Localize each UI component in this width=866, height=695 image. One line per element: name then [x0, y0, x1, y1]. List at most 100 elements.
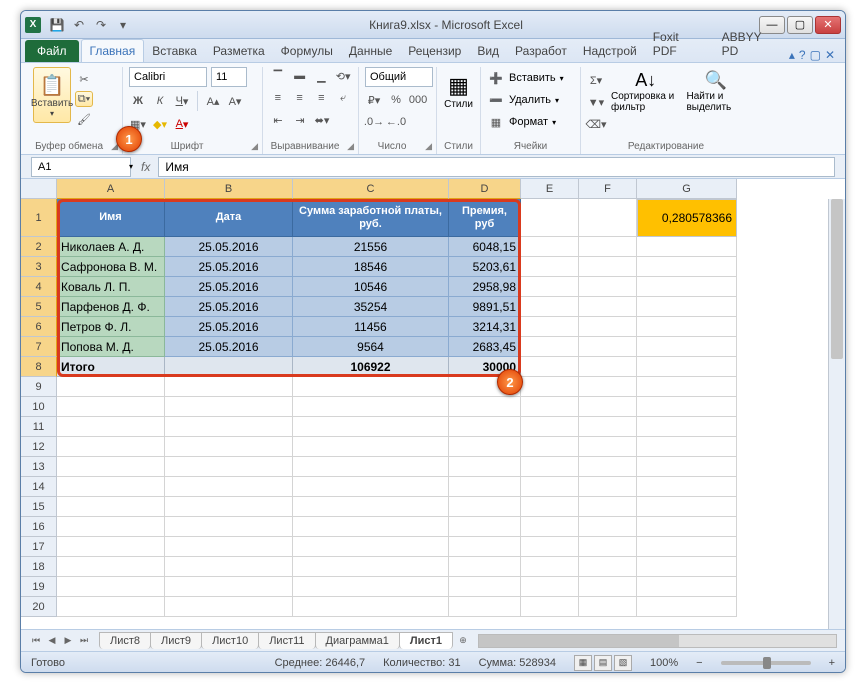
header-cell[interactable]: Дата [165, 199, 293, 237]
cell-total-label[interactable]: Итого [57, 357, 165, 377]
zoom-out-button[interactable]: − [696, 657, 702, 669]
cell-bonus[interactable]: 3214,31 [449, 317, 521, 337]
cell[interactable] [165, 477, 293, 497]
cell[interactable] [521, 597, 579, 617]
sheet-tab[interactable]: Лист10 [201, 632, 259, 649]
prev-sheet-button[interactable]: ◀ [45, 634, 59, 648]
cell[interactable] [579, 457, 637, 477]
cell-name[interactable]: Петров Ф. Л. [57, 317, 165, 337]
cell-bonus[interactable]: 2683,45 [449, 337, 521, 357]
row-header[interactable]: 17 [21, 537, 57, 557]
delete-cells-button[interactable]: ➖ [487, 91, 505, 109]
align-middle-button[interactable]: ▬ [291, 67, 309, 85]
sheet-tab[interactable]: Лист1 [399, 632, 453, 649]
worksheet-grid[interactable]: A B C D E F G 1ИмяДатаСумма заработной п… [21, 179, 845, 629]
col-header-E[interactable]: E [521, 179, 579, 199]
cell[interactable] [637, 537, 737, 557]
font-name-selector[interactable]: Calibri [129, 67, 207, 87]
cell[interactable] [521, 577, 579, 597]
decrease-indent-button[interactable]: ⇤ [269, 111, 287, 129]
paste-dropdown-icon[interactable]: ▾ [50, 109, 54, 118]
cell[interactable] [165, 397, 293, 417]
decrease-decimal-button[interactable]: ←.0 [387, 113, 405, 131]
cell[interactable] [637, 337, 737, 357]
row-header[interactable]: 18 [21, 557, 57, 577]
cell[interactable] [449, 557, 521, 577]
name-box[interactable]: A1 [31, 157, 131, 177]
cell-date[interactable]: 25.05.2016 [165, 237, 293, 257]
cell-salary[interactable]: 21556 [293, 237, 449, 257]
cell[interactable] [57, 497, 165, 517]
save-button[interactable]: 💾 [47, 15, 67, 35]
redo-button[interactable]: ↷ [91, 15, 111, 35]
cell[interactable] [57, 437, 165, 457]
cell[interactable] [637, 477, 737, 497]
alignment-dialog-launcher[interactable]: ◢ [347, 141, 354, 152]
cell[interactable] [165, 517, 293, 537]
cell[interactable] [637, 317, 737, 337]
tab-review[interactable]: Рецензир [400, 40, 469, 62]
currency-button[interactable]: ₽▾ [365, 91, 383, 109]
align-right-button[interactable]: ≡ [313, 89, 331, 107]
cell[interactable] [521, 437, 579, 457]
cell[interactable] [637, 257, 737, 277]
col-header-G[interactable]: G [637, 179, 737, 199]
cell[interactable] [521, 557, 579, 577]
cell[interactable] [579, 237, 637, 257]
zoom-slider[interactable] [721, 661, 811, 665]
maximize-button[interactable]: ▢ [787, 16, 813, 34]
row-header[interactable]: 14 [21, 477, 57, 497]
cell-date[interactable]: 25.05.2016 [165, 317, 293, 337]
cell[interactable] [165, 597, 293, 617]
cell[interactable] [579, 297, 637, 317]
percent-button[interactable]: % [387, 91, 405, 109]
increase-font-button[interactable]: A▴ [204, 92, 222, 110]
cell[interactable] [579, 597, 637, 617]
close-button[interactable]: ✕ [815, 16, 841, 34]
number-dialog-launcher[interactable]: ◢ [425, 141, 432, 152]
vertical-scrollbar[interactable] [828, 199, 845, 629]
cell[interactable] [637, 277, 737, 297]
merge-button[interactable]: ⬌▾ [313, 111, 331, 129]
bold-button[interactable]: Ж [129, 92, 147, 110]
cell[interactable] [579, 477, 637, 497]
cell[interactable] [521, 377, 579, 397]
row-header[interactable]: 8 [21, 357, 57, 377]
cell[interactable] [293, 557, 449, 577]
row-header[interactable]: 19 [21, 577, 57, 597]
cell-date[interactable]: 25.05.2016 [165, 257, 293, 277]
tab-home[interactable]: Главная [81, 39, 145, 62]
cell[interactable] [293, 577, 449, 597]
align-left-button[interactable]: ≡ [269, 89, 287, 107]
undo-button[interactable]: ↶ [69, 15, 89, 35]
col-header-F[interactable]: F [579, 179, 637, 199]
cell[interactable] [521, 237, 579, 257]
cell[interactable] [521, 277, 579, 297]
zoom-thumb[interactable] [763, 657, 771, 669]
sort-filter-button[interactable]: Сортировка и фильтр [611, 91, 680, 113]
formula-bar[interactable]: Имя [158, 157, 835, 177]
row-header[interactable]: 5 [21, 297, 57, 317]
wrap-text-button[interactable]: ⤶ [334, 89, 352, 107]
row-header[interactable]: 4 [21, 277, 57, 297]
cell[interactable] [579, 337, 637, 357]
cell[interactable] [57, 557, 165, 577]
cell[interactable] [579, 277, 637, 297]
align-top-button[interactable]: ▔ [269, 67, 287, 85]
cell[interactable] [637, 237, 737, 257]
first-sheet-button[interactable]: ⏮ [29, 634, 43, 648]
cell[interactable] [449, 457, 521, 477]
cell-salary[interactable]: 11456 [293, 317, 449, 337]
cell-date[interactable]: 25.05.2016 [165, 337, 293, 357]
cell[interactable] [165, 457, 293, 477]
cell[interactable] [449, 537, 521, 557]
cell[interactable] [579, 577, 637, 597]
align-center-button[interactable]: ≡ [291, 89, 309, 107]
font-dialog-launcher[interactable]: ◢ [251, 141, 258, 152]
tab-layout[interactable]: Разметка [205, 40, 273, 62]
cell[interactable] [165, 557, 293, 577]
col-header-C[interactable]: C [293, 179, 449, 199]
row-header[interactable]: 3 [21, 257, 57, 277]
cell[interactable] [579, 517, 637, 537]
cell[interactable] [579, 497, 637, 517]
